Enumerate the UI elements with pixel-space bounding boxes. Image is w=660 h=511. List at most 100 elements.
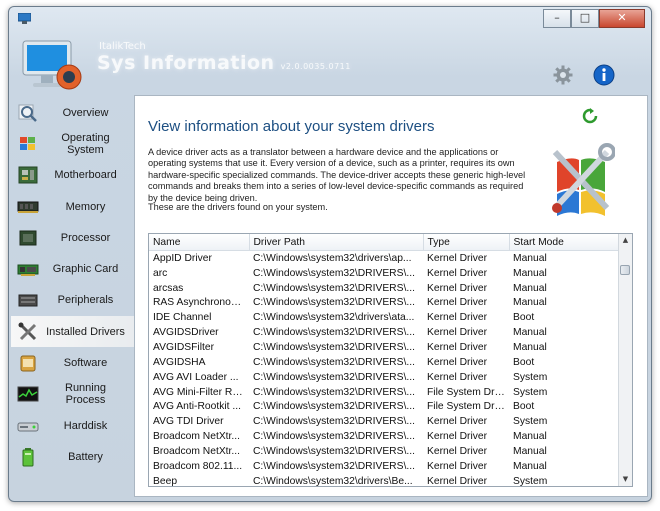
- sidebar-item-installed-drivers[interactable]: Installed Drivers: [11, 316, 134, 348]
- table-row[interactable]: RAS Asynchronou... C:\Windows\system32\DR…: [149, 296, 619, 311]
- page-title: View information about your system drive…: [148, 118, 435, 135]
- sidebar-item-label: Battery: [68, 450, 103, 463]
- table-row[interactable]: Beep C:\Windows\system32\drivers\Be... Ker…: [149, 474, 619, 487]
- column-header-driver-path[interactable]: Driver Path: [249, 234, 424, 251]
- table-cell: arc: [153, 267, 168, 279]
- table-cell: C:\Windows\system32\DRIVERS\...: [253, 371, 415, 383]
- table-cell: C:\Windows\system32\DRIVERS\...: [253, 282, 415, 294]
- windows-logo-icon: [20, 136, 35, 150]
- table-cell: Kernel Driver: [427, 445, 488, 457]
- sidebar-item-label: Operating System: [61, 131, 110, 156]
- table-cell: AVG AVI Loader ...: [153, 371, 239, 383]
- sidebar-item-graphic-card[interactable]: Graphic Card: [11, 253, 134, 284]
- table-row[interactable]: Broadcom 802.11... C:\Windows\system32\DR…: [149, 459, 619, 474]
- table-row[interactable]: AppID Driver C:\Windows\system32\drivers\…: [149, 251, 619, 266]
- sidebar-item-label: Software: [63, 357, 108, 370]
- sidebar-item-label: Installed Drivers: [46, 325, 125, 338]
- table-cell: Manual: [513, 252, 547, 264]
- battery-icon: [22, 447, 34, 467]
- table-row[interactable]: Broadcom NetXtr... C:\Windows\system32\DR…: [149, 444, 619, 459]
- table-cell: C:\Windows\system32\drivers\Be...: [253, 475, 413, 487]
- table-cell: Kernel Driver: [427, 341, 488, 353]
- table-row[interactable]: AVGIDSHA C:\Windows\system32\DRIVERS\... K…: [149, 355, 619, 370]
- refresh-icon[interactable]: [582, 108, 598, 124]
- table-cell: Kernel Driver: [427, 312, 488, 324]
- sidebar-item-processor[interactable]: Processor: [11, 222, 134, 253]
- table-cell: Kernel Driver: [427, 356, 488, 368]
- table-cell: Kernel Driver: [427, 282, 488, 294]
- table-row[interactable]: Broadcom NetXtr... C:\Windows\system32\DR…: [149, 429, 619, 444]
- sidebar-item-operating-system[interactable]: Operating System: [11, 128, 134, 159]
- monitor-icon[interactable]: [18, 13, 31, 24]
- minimize-button[interactable]: –: [543, 9, 571, 28]
- table-cell: C:\Windows\system32\DRIVERS\...: [253, 297, 415, 309]
- table-row[interactable]: AVGIDSDriver C:\Windows\system32\DRIVERS\…: [149, 325, 619, 340]
- close-button[interactable]: ✕: [599, 9, 645, 28]
- table-cell: System: [513, 386, 548, 398]
- table-cell: File System Dri...: [427, 401, 506, 413]
- table-cell: AVG Anti-Rootkit ...: [153, 401, 241, 413]
- sidebar-item-peripherals[interactable]: Peripherals: [11, 285, 134, 316]
- drivers-tools-icon: [552, 143, 615, 216]
- column-header-type[interactable]: Type: [423, 234, 510, 251]
- table-cell: System: [513, 475, 548, 487]
- peripherals-icon: [18, 294, 38, 307]
- sidebar-item-motherboard[interactable]: Motherboard: [11, 160, 134, 191]
- harddisk-icon: [17, 422, 39, 432]
- table-row[interactable]: AVGIDSFilter C:\Windows\system32\DRIVERS\…: [149, 340, 619, 355]
- app-title-text: Sys Information: [97, 52, 275, 74]
- motherboard-icon: [18, 166, 38, 184]
- maximize-button[interactable]: □: [571, 9, 599, 28]
- table-cell: AVG TDI Driver: [153, 416, 224, 428]
- sidebar-item-harddisk[interactable]: Harddisk: [11, 410, 134, 441]
- sidebar-item-memory[interactable]: Memory: [11, 191, 134, 222]
- scroll-thumb[interactable]: [620, 265, 630, 275]
- table-cell: Boot: [513, 356, 535, 368]
- processor-icon: [19, 230, 37, 246]
- magnifier-icon: [18, 104, 37, 122]
- app-window: – □ ✕ ItalikTech Sys Information v2.0.003…: [8, 6, 652, 502]
- table-cell: Manual: [513, 327, 547, 339]
- table-cell: Kernel Driver: [427, 460, 488, 472]
- sidebar-item-overview[interactable]: Overview: [11, 97, 134, 128]
- table-cell: Broadcom NetXtr...: [153, 445, 240, 457]
- drivers-table[interactable]: Name Driver Path Type Start Mode AppID D…: [148, 233, 633, 487]
- sidebar: Overview Operating System Motherboard Me…: [11, 97, 134, 493]
- software-icon: [20, 355, 36, 372]
- sidebar-item-label: Motherboard: [54, 169, 117, 182]
- settings-gear-icon[interactable]: [553, 65, 573, 85]
- table-cell: File System Dri...: [427, 386, 506, 398]
- scroll-down-arrow-icon[interactable]: ▼: [619, 473, 632, 486]
- table-row[interactable]: AVG AVI Loader ... C:\Windows\system32\DR…: [149, 370, 619, 385]
- brand-block: ItalikTech Sys Information v2.0.0035.0711: [97, 41, 351, 74]
- table-cell: Kernel Driver: [427, 327, 488, 339]
- sidebar-item-battery[interactable]: Battery: [11, 441, 134, 472]
- table-cell: System: [513, 416, 548, 428]
- table-cell: RAS Asynchronou...: [153, 297, 246, 309]
- table-row[interactable]: AVG TDI Driver C:\Windows\system32\DRIVER…: [149, 414, 619, 429]
- table-cell: System: [513, 371, 548, 383]
- table-row[interactable]: arc C:\Windows\system32\DRIVERS\... Kernel…: [149, 266, 619, 281]
- info-icon[interactable]: [593, 64, 615, 86]
- tools-icon: [18, 322, 37, 340]
- table-cell: Beep: [153, 475, 178, 487]
- table-cell: Manual: [513, 341, 547, 353]
- table-row[interactable]: AVG Mini-Filter Re... C:\Windows\system32…: [149, 385, 619, 400]
- sidebar-item-software[interactable]: Software: [11, 347, 134, 378]
- scroll-up-arrow-icon[interactable]: ▲: [619, 234, 632, 247]
- table-cell: Kernel Driver: [427, 267, 488, 279]
- table-cell: Broadcom NetXtr...: [153, 431, 240, 443]
- table-cell: C:\Windows\system32\DRIVERS\...: [253, 416, 415, 428]
- table-row[interactable]: arcsas C:\Windows\system32\DRIVERS\... Ker…: [149, 281, 619, 296]
- vertical-scrollbar[interactable]: ▲ ▼: [618, 234, 632, 486]
- column-header-name[interactable]: Name: [149, 234, 250, 251]
- table-row[interactable]: IDE Channel C:\Windows\system32\drivers\a…: [149, 310, 619, 325]
- column-header-start-mode[interactable]: Start Mode: [509, 234, 620, 251]
- process-monitor-icon: [17, 386, 39, 402]
- table-cell: Broadcom 802.11...: [153, 460, 243, 472]
- app-logo-icon: [22, 40, 82, 90]
- table-row[interactable]: AVG Anti-Rootkit ... C:\Windows\system32\…: [149, 399, 619, 414]
- table-cell: C:\Windows\system32\DRIVERS\...: [253, 267, 415, 279]
- main-panel: View information about your system drive…: [134, 95, 648, 497]
- sidebar-item-running-process[interactable]: Running Process: [11, 379, 134, 410]
